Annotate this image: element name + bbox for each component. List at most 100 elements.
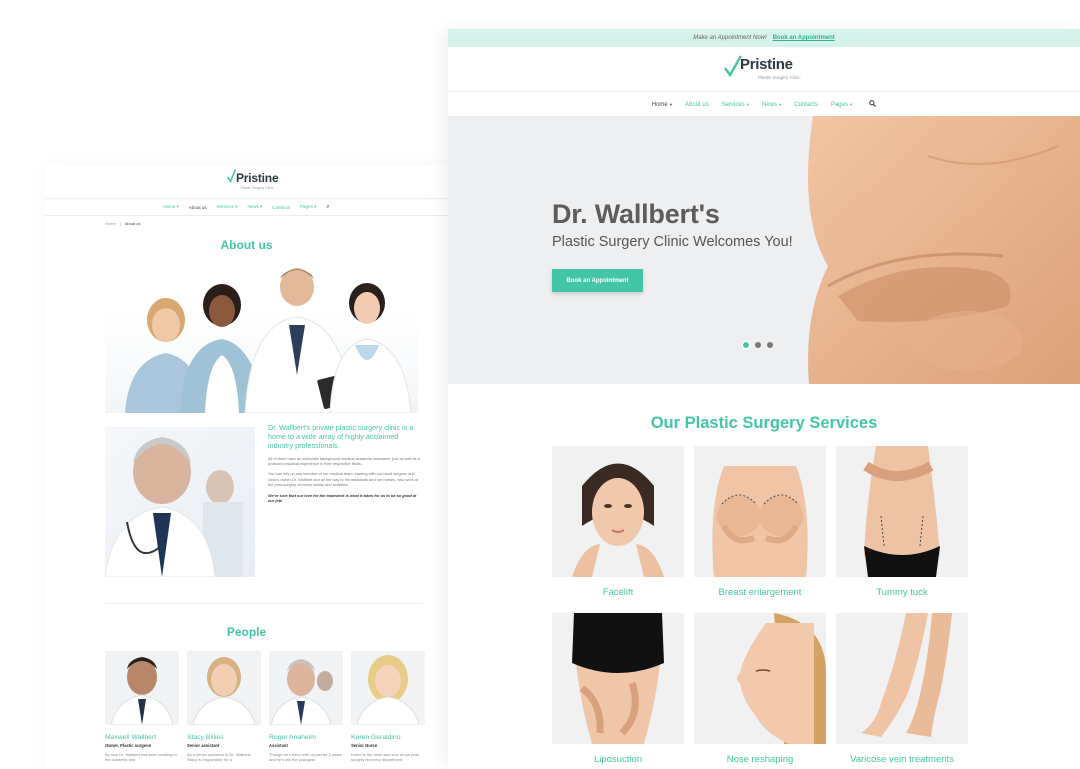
service-card-tummy-tuck[interactable]: Tummy tuck (836, 446, 968, 601)
service-image (552, 446, 684, 577)
slider-dot[interactable] (767, 342, 773, 348)
about-nav-home-label: Home (163, 204, 176, 209)
service-image (836, 613, 968, 744)
appointment-topbar: Make an Appointment Now! Book an Appoint… (448, 29, 1080, 47)
about-header: Pristine Plastic Surgery Clinic (45, 165, 448, 198)
person-name[interactable]: Roger Anaheim (269, 734, 343, 741)
team-photo (105, 265, 418, 413)
nav-home-label: Home (651, 101, 668, 108)
tummy-tuck-illustration (836, 446, 968, 577)
nav-pages[interactable]: Pages ▾ (831, 102, 852, 108)
about-nav-services[interactable]: Services ▾ (217, 204, 238, 210)
book-appointment-button[interactable]: Book an Appointment (552, 269, 643, 292)
nav-news[interactable]: News ▾ (762, 102, 781, 108)
liposuction-illustration (552, 613, 684, 744)
main-nav: Home ▾ About us Services ▾ News ▾ Contacts … (448, 91, 1080, 117)
service-card-liposuction[interactable]: Liposuction (552, 613, 684, 768)
hero-slider: Dr. Wallbert's Plastic Surgery Clinic We… (448, 116, 1080, 384)
service-card-breast-enlargement[interactable]: Breast enlargement (694, 446, 826, 601)
person-photo-art (110, 657, 174, 725)
nav-about-label: About us (685, 101, 709, 108)
chevron-down-icon: ▾ (669, 101, 673, 107)
about-nav-contacts[interactable]: Contacts (272, 205, 290, 210)
person-name[interactable]: Karen Geraldino (351, 734, 425, 741)
service-label[interactable]: Tummy tuck (836, 587, 968, 601)
service-image (694, 446, 826, 577)
chevron-down-icon: ▾ (849, 101, 853, 107)
site-logo-tagline: Plastic Surgery Clinic (758, 75, 801, 80)
nav-contacts-label: Contacts (794, 101, 818, 108)
person-photo-art (192, 657, 256, 725)
about-intro: Dr. Wallbert's private plastic surgery c… (268, 423, 423, 503)
service-label[interactable]: Nose reshaping (694, 754, 826, 768)
chevron-down-icon: ▾ (746, 101, 749, 107)
service-image (552, 613, 684, 744)
people-title: People (226, 625, 267, 639)
service-label[interactable]: Breast enlargement (694, 587, 826, 601)
person-name[interactable]: Stacy Billies (187, 734, 261, 741)
service-label[interactable]: Liposuction (552, 754, 684, 768)
search-icon-glyph (869, 100, 877, 108)
nose-reshaping-illustration (694, 613, 826, 744)
nav-news-label: News (762, 101, 778, 108)
about-search-icon[interactable]: ⌕ (326, 204, 329, 211)
services-grid: Facelift Breast enlargement Tummy tuck L… (552, 446, 968, 768)
breadcrumb: Home | About us (45, 216, 448, 231)
hero-model-illustration (808, 116, 1080, 384)
nav-services[interactable]: Services ▾ (722, 102, 749, 108)
section-divider (105, 603, 423, 604)
slider-pagination (743, 342, 773, 348)
about-intro-paragraph-3: We're sure that our love for the teamwor… (268, 492, 417, 504)
nav-about[interactable]: About us (685, 102, 709, 108)
person-card[interactable]: Karen Geraldino Senior Nurse Karen is th… (351, 651, 425, 763)
about-nav-about[interactable]: About us (189, 205, 207, 210)
topbar-appointment-link[interactable]: Book an Appointment (773, 35, 835, 41)
about-nav-services-label: Services (216, 204, 234, 209)
person-description: Karen is the heart and soul of our post-… (351, 752, 421, 763)
person-photo (105, 651, 179, 725)
search-icon[interactable] (869, 100, 877, 109)
head-surgeon-photo (105, 427, 255, 577)
about-title: About us (220, 238, 273, 252)
person-description: By now Dr. Wallbert has been working in … (105, 752, 177, 763)
nav-home[interactable]: Home ▾ (652, 102, 672, 108)
person-role: Owner, Plastic surgeon (105, 743, 152, 748)
person-photo-art (270, 659, 333, 725)
service-card-facelift[interactable]: Facelift (552, 446, 684, 601)
about-intro-paragraph-2: You can rely on any member of our medica… (268, 471, 419, 488)
person-name[interactable]: Maxwell Wallbert (105, 734, 179, 741)
service-label[interactable]: Facelift (552, 587, 684, 601)
about-nav-home[interactable]: Home ▾ (163, 204, 179, 210)
facelift-illustration (552, 446, 684, 577)
people-list: Maxwell Wallbert Owner, Plastic surgeon … (105, 651, 425, 763)
service-card-varicose-vein-treatments[interactable]: Varicose vein treatments (836, 613, 968, 768)
hero-title: Dr. Wallbert's (552, 199, 720, 229)
service-card-nose-reshaping[interactable]: Nose reshaping (694, 613, 826, 768)
service-image (694, 613, 826, 744)
person-description: Though he's been with us just for 2 year… (269, 752, 342, 763)
template-showcase: Pristine Plastic Surgery Clinic Home ▾ A… (0, 0, 1080, 769)
nav-contacts[interactable]: Contacts (794, 102, 818, 108)
hero-subtitle: Plastic Surgery Clinic Welcomes You! (552, 234, 793, 250)
breadcrumb-home[interactable]: Home (105, 221, 116, 226)
person-card[interactable]: Stacy Billies Senior assistant As a seni… (187, 651, 261, 763)
person-card[interactable]: Maxwell Wallbert Owner, Plastic surgeon … (105, 651, 179, 763)
varicose-vein-illustration (836, 613, 968, 744)
breadcrumb-current: About us (124, 221, 141, 226)
person-photo (269, 651, 343, 725)
person-card[interactable]: Roger Anaheim Assistant Though he's been… (269, 651, 343, 763)
service-image (836, 446, 968, 577)
about-nav-news-label: News (247, 204, 259, 209)
about-nav-news[interactable]: News ▾ (247, 204, 262, 210)
slider-dot[interactable] (755, 342, 761, 348)
slider-dot[interactable] (743, 342, 749, 348)
service-label[interactable]: Varicose vein treatments (836, 754, 968, 768)
person-photo-art (356, 655, 420, 725)
about-nav-pages[interactable]: Pages ▾ (300, 204, 316, 210)
about-logo[interactable]: Pristine Plastic Surgery Clinic (227, 169, 279, 190)
person-photo (351, 651, 425, 725)
nav-pages-label: Pages (830, 101, 848, 108)
about-logo-name: Pristine (236, 171, 279, 185)
person-role: Senior Nurse (351, 743, 378, 748)
about-nav: Home ▾ About us Services ▾ News ▾ Contac… (45, 198, 448, 216)
